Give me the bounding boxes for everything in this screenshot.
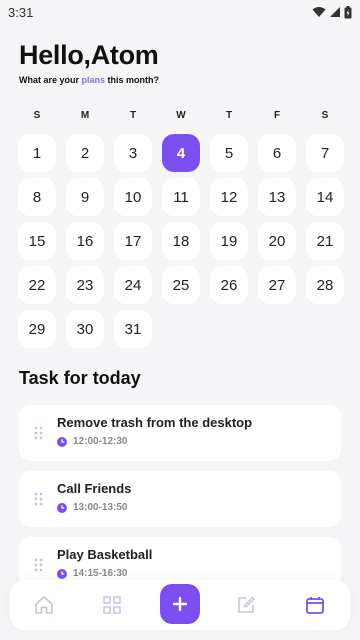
clock-icon bbox=[57, 502, 67, 513]
battery-icon bbox=[344, 5, 352, 18]
calendar-day[interactable]: 1 bbox=[18, 134, 56, 172]
calendar-day[interactable]: 31 bbox=[114, 310, 152, 348]
task-card[interactable]: Call Friends 13:00-13:50 bbox=[19, 471, 341, 527]
subtitle-text-end: this month? bbox=[105, 75, 160, 85]
task-time-row: 12:00-12:30 bbox=[57, 436, 127, 447]
calendar-icon bbox=[306, 597, 324, 614]
task-title: Call Friends bbox=[57, 481, 132, 496]
calendar-day-selected[interactable]: 4 bbox=[162, 134, 200, 172]
calendar-day[interactable]: 18 bbox=[162, 222, 200, 260]
wifi-icon bbox=[312, 7, 326, 17]
nav-grid[interactable] bbox=[101, 594, 123, 616]
weekday-label: T bbox=[225, 110, 233, 121]
drag-handle-icon[interactable] bbox=[34, 558, 43, 572]
drag-handle-icon[interactable] bbox=[34, 492, 43, 506]
calendar-day[interactable]: 19 bbox=[210, 222, 248, 260]
page-title: Hello,Atom bbox=[19, 40, 159, 70]
clock-icon bbox=[57, 436, 67, 447]
weekday-label: S bbox=[33, 110, 41, 121]
task-card[interactable]: Remove trash from the desktop 12:00-12:3… bbox=[19, 405, 341, 461]
status-time: 3:31 bbox=[8, 4, 34, 20]
task-time-row: 13:00-13:50 bbox=[57, 502, 127, 513]
edit-icon bbox=[238, 596, 255, 613]
status-bar: 3:31 bbox=[0, 0, 360, 24]
weekday-header: S M T W T F S bbox=[13, 110, 349, 121]
grid-icon bbox=[103, 596, 121, 614]
task-title: Remove trash from the desktop bbox=[57, 415, 253, 430]
nav-edit[interactable] bbox=[235, 594, 257, 616]
add-task-button[interactable] bbox=[160, 584, 200, 624]
signal-icon bbox=[330, 7, 340, 17]
calendar-day[interactable]: 12 bbox=[210, 178, 248, 216]
calendar-day[interactable]: 27 bbox=[258, 266, 296, 304]
clock-icon bbox=[57, 568, 67, 579]
calendar-day[interactable]: 14 bbox=[306, 178, 344, 216]
task-time: 14:15-16:30 bbox=[73, 568, 128, 579]
status-icons bbox=[312, 5, 352, 19]
calendar-day[interactable]: 23 bbox=[66, 266, 104, 304]
calendar-day[interactable]: 21 bbox=[306, 222, 344, 260]
bottom-nav bbox=[10, 580, 350, 630]
weekday-label: F bbox=[273, 110, 281, 121]
calendar-day[interactable]: 3 bbox=[114, 134, 152, 172]
calendar-day[interactable]: 25 bbox=[162, 266, 200, 304]
calendar-day[interactable]: 9 bbox=[66, 178, 104, 216]
calendar-day[interactable]: 6 bbox=[258, 134, 296, 172]
calendar-day[interactable]: 16 bbox=[66, 222, 104, 260]
calendar-day[interactable]: 7 bbox=[306, 134, 344, 172]
weekday-label: W bbox=[176, 110, 186, 121]
calendar-day[interactable]: 17 bbox=[114, 222, 152, 260]
task-time-row: 14:15-16:30 bbox=[57, 568, 127, 579]
calendar-day[interactable]: 11 bbox=[162, 178, 200, 216]
weekday-label: T bbox=[129, 110, 137, 121]
nav-calendar[interactable] bbox=[304, 594, 326, 616]
calendar-day[interactable]: 28 bbox=[306, 266, 344, 304]
nav-home[interactable] bbox=[33, 594, 55, 616]
weekday-label: S bbox=[321, 110, 329, 121]
calendar-day[interactable]: 2 bbox=[66, 134, 104, 172]
drag-handle-icon[interactable] bbox=[34, 426, 43, 440]
weekday-label: M bbox=[80, 110, 90, 121]
calendar-day[interactable]: 30 bbox=[66, 310, 104, 348]
subtitle-text-start: What are your bbox=[19, 75, 82, 85]
task-title: Play Basketball bbox=[57, 547, 153, 562]
task-time: 12:00-12:30 bbox=[73, 436, 128, 447]
task-time: 13:00-13:50 bbox=[73, 502, 128, 513]
calendar-grid: 1 2 3 4 5 6 7 8 9 10 11 12 13 14 15 16 1… bbox=[13, 134, 349, 354]
calendar-day[interactable]: 5 bbox=[210, 134, 248, 172]
calendar-day[interactable]: 26 bbox=[210, 266, 248, 304]
calendar-day[interactable]: 8 bbox=[18, 178, 56, 216]
subtitle: What are your plans this month? bbox=[19, 75, 159, 85]
calendar-day[interactable]: 24 bbox=[114, 266, 152, 304]
calendar-day[interactable]: 15 bbox=[18, 222, 56, 260]
add-icon bbox=[172, 596, 188, 612]
calendar-day[interactable]: 22 bbox=[18, 266, 56, 304]
subtitle-accent: plans bbox=[81, 75, 106, 85]
home-icon bbox=[35, 596, 53, 614]
calendar-day[interactable]: 29 bbox=[18, 310, 56, 348]
calendar-day[interactable]: 10 bbox=[114, 178, 152, 216]
tasks-section-title: Task for today bbox=[19, 368, 141, 388]
calendar-day[interactable]: 13 bbox=[258, 178, 296, 216]
calendar-day[interactable]: 20 bbox=[258, 222, 296, 260]
